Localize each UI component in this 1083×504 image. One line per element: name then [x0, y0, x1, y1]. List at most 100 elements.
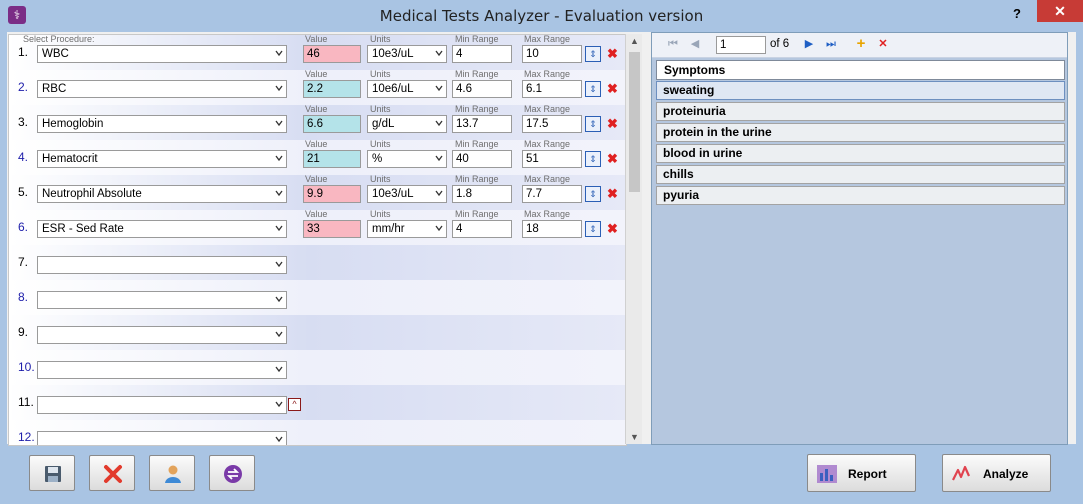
row-number: 2.: [18, 80, 29, 94]
units-value: mm/hr: [372, 223, 405, 235]
chevron-down-icon: [275, 331, 283, 338]
max-range-caption: Max Range: [524, 104, 571, 114]
procedure-select[interactable]: [37, 326, 287, 344]
range-lookup-button[interactable]: ⇕: [585, 81, 601, 97]
value-field[interactable]: 33: [303, 220, 361, 238]
units-caption: Units: [370, 174, 391, 184]
units-select[interactable]: %: [367, 150, 447, 168]
range-lookup-button[interactable]: ⇕: [585, 221, 601, 237]
procedure-select[interactable]: [37, 431, 287, 445]
units-select[interactable]: 10e3/uL: [367, 45, 447, 63]
report-label: Report: [848, 467, 887, 481]
max-range-field[interactable]: 17.5: [522, 115, 582, 133]
delete-row-icon[interactable]: ✖: [607, 82, 619, 96]
symptom-item[interactable]: blood in urine: [656, 144, 1065, 163]
symptom-item[interactable]: proteinuria: [656, 102, 1065, 121]
chevron-down-icon: [435, 50, 443, 57]
units-select[interactable]: 10e6/uL: [367, 80, 447, 98]
symptom-item[interactable]: chills: [656, 165, 1065, 184]
procedure-value: Hematocrit: [42, 153, 98, 165]
procedure-select[interactable]: ESR - Sed Rate: [37, 220, 287, 238]
close-button[interactable]: ✕: [1037, 0, 1083, 22]
procedure-select[interactable]: Hematocrit: [37, 150, 287, 168]
min-range-field[interactable]: 4.6: [452, 80, 512, 98]
min-range-field[interactable]: 40: [452, 150, 512, 168]
delete-icon[interactable]: ✕: [876, 37, 890, 51]
analyze-button[interactable]: Analyze: [942, 454, 1051, 492]
test-row: 3. Hemoglobin Value 6.6 Units g/dL Min R…: [9, 104, 626, 140]
delete-row-icon[interactable]: ✖: [607, 222, 619, 236]
delete-row-icon[interactable]: ✖: [607, 152, 619, 166]
value-field[interactable]: 21: [303, 150, 361, 168]
previous-page-icon[interactable]: ◀: [688, 37, 702, 51]
procedure-value: ESR - Sed Rate: [42, 223, 124, 235]
patient-button[interactable]: [149, 455, 195, 491]
symptoms-panel: ⏮ ◀ 1 of 6 ▶ ⏭ + ✕ Symptoms sweating pro…: [651, 32, 1068, 445]
min-range-caption: Min Range: [455, 69, 499, 79]
max-range-field[interactable]: 10: [522, 45, 582, 63]
symptom-item[interactable]: protein in the urine: [656, 123, 1065, 142]
delete-row-icon[interactable]: ✖: [607, 47, 619, 61]
delete-row-icon[interactable]: ✖: [607, 117, 619, 131]
units-value: 10e3/uL: [372, 48, 414, 60]
units-select[interactable]: 10e3/uL: [367, 185, 447, 203]
row-number: 9.: [18, 325, 29, 339]
tests-list: Select Procedure: 1. WBC Value 46 Units …: [8, 34, 627, 446]
units-select[interactable]: mm/hr: [367, 220, 447, 238]
units-caption: Units: [370, 139, 391, 149]
max-range-field[interactable]: 7.7: [522, 185, 582, 203]
save-button[interactable]: [29, 455, 75, 491]
procedure-select[interactable]: [37, 396, 287, 414]
last-page-icon[interactable]: ⏭: [824, 37, 838, 51]
procedure-select[interactable]: Neutrophil Absolute: [37, 185, 287, 203]
help-button[interactable]: ?: [1004, 4, 1030, 24]
delete-row-icon[interactable]: ✖: [607, 187, 619, 201]
expand-up-icon[interactable]: ^: [288, 398, 301, 411]
units-select[interactable]: g/dL: [367, 115, 447, 133]
symptom-item[interactable]: pyuria: [656, 186, 1065, 205]
page-number-input[interactable]: 1: [716, 36, 766, 54]
min-range-field[interactable]: 1.8: [452, 185, 512, 203]
procedure-select[interactable]: [37, 256, 287, 274]
scrollbar-thumb[interactable]: [629, 52, 640, 192]
empty-test-row: 11. ^: [9, 385, 626, 420]
max-range-field[interactable]: 18: [522, 220, 582, 238]
value-field[interactable]: 46: [303, 45, 361, 63]
empty-test-row: 12.: [9, 420, 626, 445]
procedure-value: Neutrophil Absolute: [42, 188, 142, 200]
clear-button[interactable]: [89, 455, 135, 491]
list-scrollbar[interactable]: ▲ ▼: [625, 34, 642, 444]
max-range-field[interactable]: 6.1: [522, 80, 582, 98]
procedure-select[interactable]: RBC: [37, 80, 287, 98]
next-page-icon[interactable]: ▶: [802, 37, 816, 51]
value-field[interactable]: 6.6: [303, 115, 361, 133]
symptom-item[interactable]: sweating: [656, 81, 1065, 100]
analyze-label: Analyze: [983, 467, 1029, 481]
window-title: Medical Tests Analyzer - Evaluation vers…: [379, 7, 704, 25]
range-lookup-button[interactable]: ⇕: [585, 151, 601, 167]
procedure-select[interactable]: WBC: [37, 45, 287, 63]
range-lookup-button[interactable]: ⇕: [585, 116, 601, 132]
range-lookup-button[interactable]: ⇕: [585, 46, 601, 62]
value-field[interactable]: 9.9: [303, 185, 361, 203]
scroll-down-icon[interactable]: ▼: [630, 432, 639, 442]
procedure-select[interactable]: [37, 361, 287, 379]
units-value: 10e6/uL: [372, 83, 414, 95]
min-range-field[interactable]: 4: [452, 45, 512, 63]
procedure-select[interactable]: Hemoglobin: [37, 115, 287, 133]
range-lookup-button[interactable]: ⇕: [585, 186, 601, 202]
chevron-down-icon: [275, 366, 283, 373]
min-range-field[interactable]: 4: [452, 220, 512, 238]
max-range-caption: Max Range: [524, 139, 571, 149]
min-range-field[interactable]: 13.7: [452, 115, 512, 133]
refresh-button[interactable]: [209, 455, 255, 491]
pulse-icon: [952, 465, 971, 481]
report-button[interactable]: Report: [807, 454, 916, 492]
value-field[interactable]: 2.2: [303, 80, 361, 98]
scroll-up-icon[interactable]: ▲: [630, 36, 639, 46]
page-count: of 6: [770, 38, 790, 50]
max-range-field[interactable]: 51: [522, 150, 582, 168]
first-page-icon[interactable]: ⏮: [666, 37, 680, 51]
procedure-select[interactable]: [37, 291, 287, 309]
add-icon[interactable]: +: [854, 36, 868, 51]
